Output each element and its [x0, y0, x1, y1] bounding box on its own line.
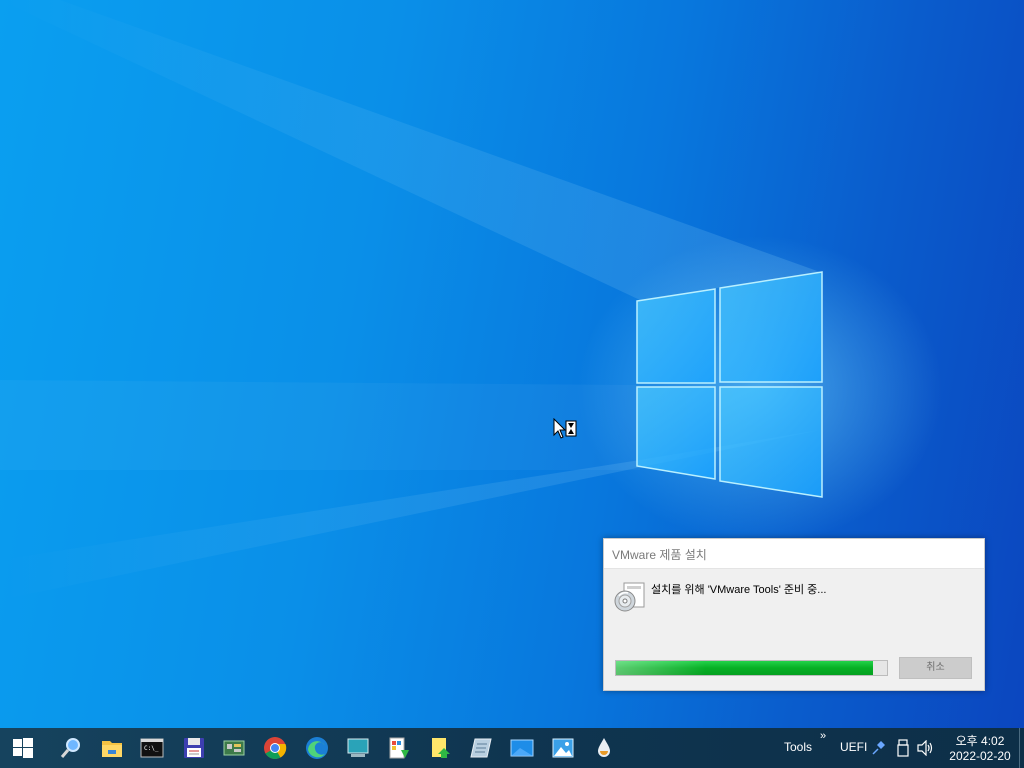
- dialog-titlebar[interactable]: VMware 제품 설치: [604, 539, 984, 569]
- windows-start-icon: [13, 738, 33, 758]
- circuit-board-icon: [223, 740, 245, 756]
- taskbar-display[interactable]: [338, 728, 378, 768]
- tools-toolbar-label[interactable]: Tools: [784, 740, 812, 754]
- tray-usb-device[interactable]: [892, 728, 914, 768]
- busy-cursor-icon: [553, 418, 577, 439]
- dialog-body: 설치를 위해 'VMware Tools' 준비 중... 취소: [604, 569, 984, 690]
- windows-logo-wallpaper: [636, 271, 823, 498]
- search-icon: [60, 738, 80, 758]
- taskbar: C:\_ Tools » UEFI 오후 4:02 2022-02-20: [0, 728, 1024, 768]
- photo-icon: [552, 738, 574, 758]
- boot-mode-label: UEFI: [840, 740, 868, 754]
- progress-fill: [616, 661, 874, 675]
- usb-drive-icon: [897, 739, 909, 757]
- vmware-setup-dialog: VMware 제품 설치 설치를 위해 'VMware Tools' 준비 중.…: [603, 538, 985, 691]
- pin-icon: [872, 741, 885, 755]
- taskbar-edge[interactable]: [297, 728, 337, 768]
- clock-time: 오후 4:02: [955, 734, 1005, 748]
- folder-icon: [102, 741, 122, 757]
- svg-text:C:\_: C:\_: [144, 745, 159, 752]
- installer-cd-icon: [614, 582, 645, 612]
- clock-date: 2022-02-20: [949, 749, 1011, 763]
- taskbar-save-tool[interactable]: [174, 728, 214, 768]
- taskbar-partition-tool[interactable]: [461, 728, 501, 768]
- taskbar-hardware-info[interactable]: [214, 728, 254, 768]
- disk-tool-icon: [470, 738, 492, 758]
- chrome-icon: [264, 737, 287, 759]
- floppy-disk-icon: [184, 738, 204, 758]
- taskbar-remote-screen[interactable]: [502, 728, 542, 768]
- droplet-icon: [598, 738, 610, 757]
- taskbar-notes[interactable]: [420, 728, 460, 768]
- taskbar-file-explorer[interactable]: [92, 728, 132, 768]
- dialog-title: VMware 제품 설치: [612, 548, 707, 562]
- taskbar-photos[interactable]: [543, 728, 583, 768]
- taskbar-dropper[interactable]: [584, 728, 624, 768]
- show-desktop-button[interactable]: [1019, 728, 1024, 768]
- taskbar-installer[interactable]: [379, 728, 419, 768]
- start-button[interactable]: [3, 728, 43, 768]
- toolbar-chevron-icon[interactable]: »: [820, 730, 826, 742]
- speaker-icon: [917, 740, 933, 756]
- tray-volume[interactable]: [915, 728, 937, 768]
- monitor-icon: [347, 738, 369, 757]
- cancel-button[interactable]: 취소: [899, 657, 972, 679]
- taskbar-command-prompt[interactable]: C:\_: [132, 728, 172, 768]
- edge-icon: [306, 737, 328, 759]
- tray-pin[interactable]: [866, 728, 890, 768]
- screen-icon: [510, 739, 534, 757]
- install-package-icon: [389, 737, 409, 759]
- progress-bar: [615, 660, 888, 676]
- status-message: 설치를 위해 'VMware Tools' 준비 중...: [651, 584, 827, 596]
- taskbar-search[interactable]: [51, 728, 91, 768]
- terminal-icon: C:\_: [140, 738, 164, 758]
- note-upload-icon: [432, 738, 450, 758]
- taskbar-chrome[interactable]: [255, 728, 295, 768]
